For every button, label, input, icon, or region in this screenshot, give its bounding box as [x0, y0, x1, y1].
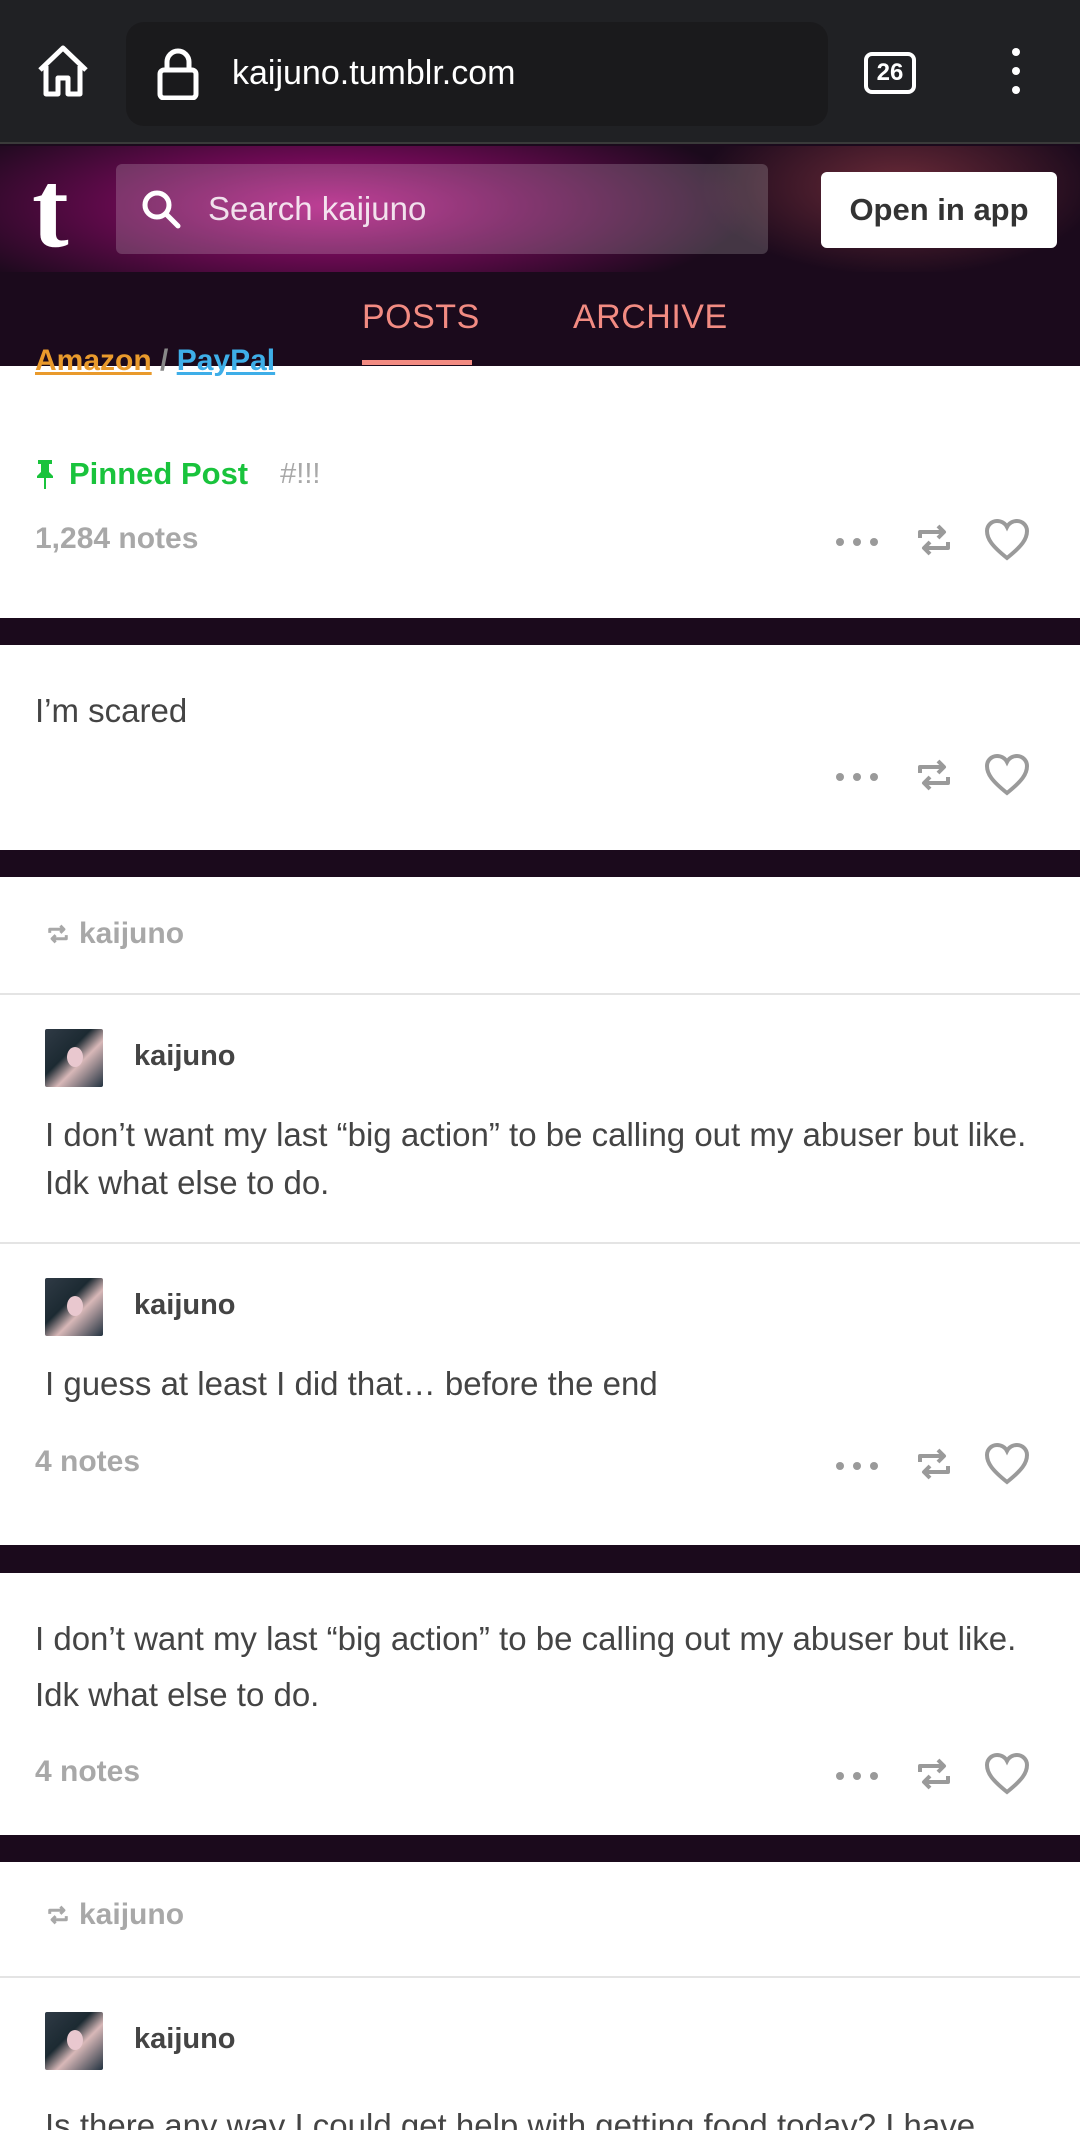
search-icon	[142, 190, 181, 229]
more-options-icon[interactable]	[836, 1462, 878, 1470]
avatar[interactable]	[45, 1029, 103, 1087]
trail-username[interactable]: kaijuno	[134, 1040, 236, 1073]
more-options-icon[interactable]	[836, 773, 878, 781]
like-icon[interactable]	[984, 753, 1030, 797]
like-icon[interactable]	[984, 1442, 1030, 1486]
trail-username[interactable]: kaijuno	[134, 2023, 236, 2056]
trail-body: I don’t want my last “big action” to be …	[45, 1116, 1027, 1201]
trail-username[interactable]: kaijuno	[134, 1289, 236, 1322]
tab-posts[interactable]: POSTS	[362, 298, 480, 337]
post-actions	[836, 753, 1032, 799]
post-body: I don’t want my last “big action” to be …	[35, 1620, 1017, 1713]
trail-body: I guess at least I did that… before the …	[45, 1365, 658, 1402]
amazon-link[interactable]: Amazon	[35, 344, 152, 377]
pinned-indicator: Pinned Post #!!!	[35, 456, 320, 492]
post-body: I’m scared	[35, 692, 188, 729]
notes-count[interactable]: 4 notes	[35, 1445, 140, 1479]
avatar[interactable]	[45, 2012, 103, 2070]
post-actions	[836, 518, 1032, 564]
reblog-header[interactable]: kaijuno	[45, 917, 184, 951]
post-card: I’m scared	[0, 645, 1080, 850]
pinned-post-card: Amazon / PayPal Pinned Post #!!! 1,284 n…	[0, 344, 1080, 618]
pin-icon	[37, 460, 53, 489]
reblogger-name: kaijuno	[79, 1898, 185, 1931]
blog-header: t Search kaijuno Open in app	[0, 146, 1080, 272]
lock-icon	[157, 48, 199, 100]
tumblr-logo[interactable]: t	[32, 154, 69, 264]
reblog-post-card: kaijuno kaijuno Is there any way I could…	[0, 1862, 1080, 2130]
reblog-small-icon	[48, 1905, 68, 1925]
search-placeholder: Search kaijuno	[208, 190, 427, 227]
reblogger-name: kaijuno	[79, 917, 185, 950]
reblog-icon[interactable]	[912, 518, 956, 562]
reblog-icon[interactable]	[912, 1442, 956, 1486]
open-in-app-button[interactable]: Open in app	[821, 172, 1057, 248]
notes-count[interactable]: 4 notes	[35, 1755, 140, 1789]
browser-toolbar: kaijuno.tumblr.com 26	[0, 0, 1080, 144]
paypal-link[interactable]: PayPal	[177, 344, 275, 377]
like-icon[interactable]	[984, 518, 1030, 562]
avatar[interactable]	[45, 1278, 103, 1336]
more-options-icon[interactable]	[836, 538, 878, 546]
post-actions	[836, 1442, 1032, 1488]
divider	[0, 1976, 1080, 1978]
trail-body: Is there any way I could get help with g…	[45, 2107, 976, 2130]
post-card: I don’t want my last “big action” to be …	[0, 1573, 1080, 1835]
like-icon[interactable]	[984, 1752, 1030, 1796]
address-bar[interactable]: kaijuno.tumblr.com	[126, 22, 828, 126]
overflow-menu-icon[interactable]	[1006, 48, 1026, 98]
tab-archive[interactable]: ARCHIVE	[573, 298, 728, 337]
notes-count[interactable]: 1,284 notes	[35, 522, 198, 556]
reblog-icon[interactable]	[912, 753, 956, 797]
active-tab-indicator	[362, 360, 472, 365]
blog-search-input[interactable]: Search kaijuno	[116, 164, 768, 254]
home-icon[interactable]	[32, 40, 94, 102]
reblog-icon[interactable]	[912, 1752, 956, 1796]
pinned-label: Pinned Post	[69, 456, 249, 491]
reblog-post-card: kaijuno kaijuno I don’t want my last “bi…	[0, 877, 1080, 1545]
partial-links: Amazon / PayPal	[35, 344, 276, 377]
more-options-icon[interactable]	[836, 1772, 878, 1780]
reblog-small-icon	[48, 924, 68, 944]
url-text: kaijuno.tumblr.com	[232, 54, 516, 92]
tab-switcher-button[interactable]: 26	[864, 52, 916, 94]
post-tag[interactable]: #!!!	[280, 458, 320, 491]
divider	[0, 993, 1080, 995]
post-actions	[836, 1752, 1032, 1798]
reblog-header[interactable]: kaijuno	[45, 1898, 184, 1932]
divider	[0, 1242, 1080, 1244]
